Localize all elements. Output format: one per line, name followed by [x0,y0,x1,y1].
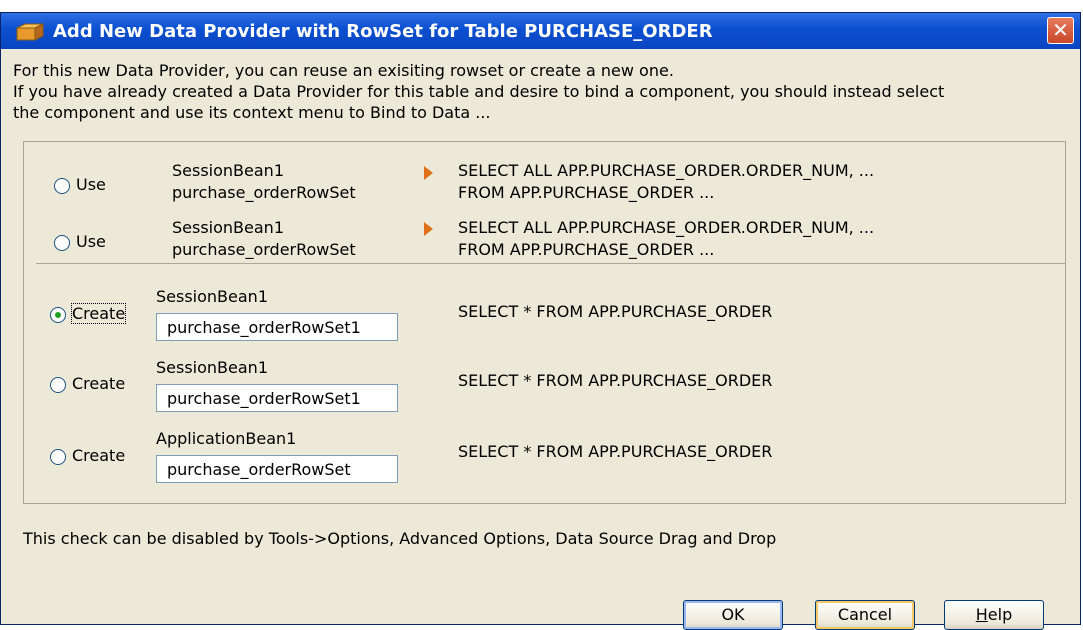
close-icon: ✕ [1052,18,1069,42]
intro-line-2: If you have already created a Data Provi… [13,82,945,101]
create-radio-label[interactable]: Create [72,374,125,393]
create-radio[interactable] [50,307,66,323]
query-line-2: FROM APP.PURCHASE_ORDER ... [458,240,715,259]
query-line-1: SELECT ALL APP.PURCHASE_ORDER.ORDER_NUM,… [458,161,875,180]
use-bean-info: SessionBean1 purchase_orderRowSet [172,217,356,261]
footnote-text: This check can be disabled by Tools->Opt… [23,529,777,548]
dialog-window: Add New Data Provider with RowSet for Ta… [0,12,1081,630]
rowset-name-input[interactable]: purchase_orderRowSet1 [156,313,398,341]
provider-options-panel: Use SessionBean1 purchase_orderRowSet SE… [23,141,1066,504]
rowset-name: purchase_orderRowSet [172,183,356,202]
expand-arrow-icon[interactable] [424,166,433,180]
help-label: elp [987,605,1013,624]
rowset-name-input[interactable]: purchase_orderRowSet [156,455,398,483]
rowset-name-input[interactable]: purchase_orderRowSet1 [156,384,398,412]
bean-name: SessionBean1 [172,218,284,237]
bean-name: SessionBean1 [156,287,268,306]
use-radio[interactable] [54,178,70,194]
create-radio-label[interactable]: Create [70,303,127,324]
use-radio[interactable] [54,235,70,251]
close-button[interactable]: ✕ [1047,17,1074,44]
use-radio-label[interactable]: Use [76,175,106,194]
help-mnemonic: H [975,605,988,624]
intro-line-3: the component and use its context menu t… [13,103,491,122]
query-line-2: FROM APP.PURCHASE_ORDER ... [458,183,715,202]
use-query: SELECT ALL APP.PURCHASE_ORDER.ORDER_NUM,… [458,160,874,204]
create-radio-label[interactable]: Create [72,446,125,465]
create-radio[interactable] [50,377,66,393]
use-query: SELECT ALL APP.PURCHASE_ORDER.ORDER_NUM,… [458,217,874,261]
create-query: SELECT * FROM APP.PURCHASE_ORDER [458,302,773,321]
options-divider [36,263,1066,264]
window-title: Add New Data Provider with RowSet for Ta… [53,21,713,42]
query-line-1: SELECT ALL APP.PURCHASE_ORDER.ORDER_NUM,… [458,218,875,237]
use-bean-info: SessionBean1 purchase_orderRowSet [172,160,356,204]
bean-name: SessionBean1 [172,161,284,180]
create-query: SELECT * FROM APP.PURCHASE_ORDER [458,371,773,390]
create-radio[interactable] [50,449,66,465]
use-radio-label[interactable]: Use [76,232,106,251]
rowset-name: purchase_orderRowSet [172,240,356,259]
intro-text: For this new Data Provider, you can reus… [13,60,944,123]
app-icon [16,23,44,41]
expand-arrow-icon[interactable] [424,222,433,236]
intro-line-1: For this new Data Provider, you can reus… [13,61,674,80]
create-query: SELECT * FROM APP.PURCHASE_ORDER [458,442,773,461]
title-bar[interactable]: Add New Data Provider with RowSet for Ta… [1,13,1080,49]
bean-name: SessionBean1 [156,358,268,377]
bean-name: ApplicationBean1 [156,429,297,448]
